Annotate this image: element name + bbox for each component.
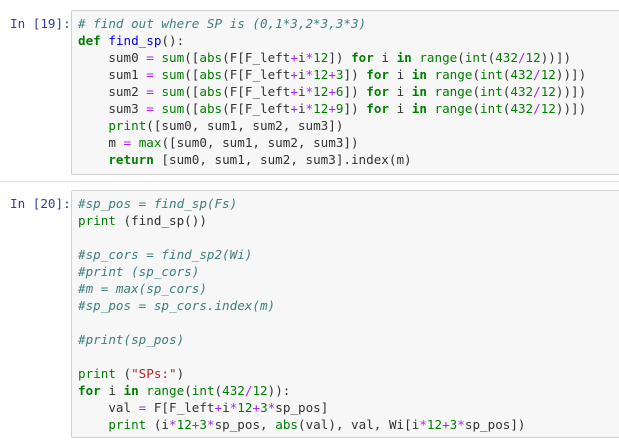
code-line: sum2 = sum([abs(F[F_left+i*12+6]) for i … <box>78 84 587 99</box>
code-line: #sp_pos = find_sp(Fs) <box>78 196 238 211</box>
code-line: val = F[F_left+i*12+3*sp_pos] <box>78 400 329 415</box>
code-cell-20[interactable]: In [20]: #sp_pos = find_sp(Fs)print (fin… <box>0 182 619 440</box>
code-line: return [sum0, sum1, sum2, sum3].index(m) <box>108 152 412 167</box>
code-lines: #sp_pos = find_sp(Fs)print (find_sp()) #… <box>78 195 526 433</box>
code-line: for i in range(int(432/12)): <box>78 383 291 398</box>
code-line: #print(sp_pos) <box>78 332 185 347</box>
code-line: print (i*12+3*sp_pos, abs(val), val, Wi[… <box>108 417 526 432</box>
code-line: sum3 = sum([abs(F[F_left+i*12+9]) for i … <box>78 101 587 116</box>
code-cell-19[interactable]: In [19]: # find out where SP is (0,1*3,2… <box>0 0 619 181</box>
code-line: print (find_sp()) <box>78 213 207 228</box>
code-line: #sp_pos = sp_cors.index(m) <box>78 298 276 313</box>
cell-prompt: In [19]: <box>10 16 71 31</box>
code-line: #sp_cors = find_sp2(Wi) <box>78 247 253 262</box>
code-line: m = max([sum0, sum1, sum2, sum3]) <box>78 135 359 150</box>
code-line: #print (sp_cors) <box>78 264 200 279</box>
code-line: print ("SPs:") <box>78 366 185 381</box>
cell-prompt: In [20]: <box>10 196 71 211</box>
code-lines: # find out where SP is (0,1*3,2*3,3*3) de… <box>78 15 586 168</box>
code-line: #m = max(sp_cors) <box>78 281 207 296</box>
code-line: sum0 = sum([abs(F[F_left+i*12]) for i in… <box>78 50 572 65</box>
code-line: # find out where SP is (0,1*3,2*3,3*3) <box>78 16 367 31</box>
code-line: print([sum0, sum1, sum2, sum3]) <box>108 118 344 133</box>
code-line: def find_sp(): <box>78 33 185 48</box>
code-editor[interactable]: #sp_pos = find_sp(Fs)print (find_sp()) #… <box>71 190 619 438</box>
code-line: sum1 = sum([abs(F[F_left+i*12+3]) for i … <box>78 67 587 82</box>
code-editor[interactable]: # find out where SP is (0,1*3,2*3,3*3) de… <box>71 10 619 175</box>
